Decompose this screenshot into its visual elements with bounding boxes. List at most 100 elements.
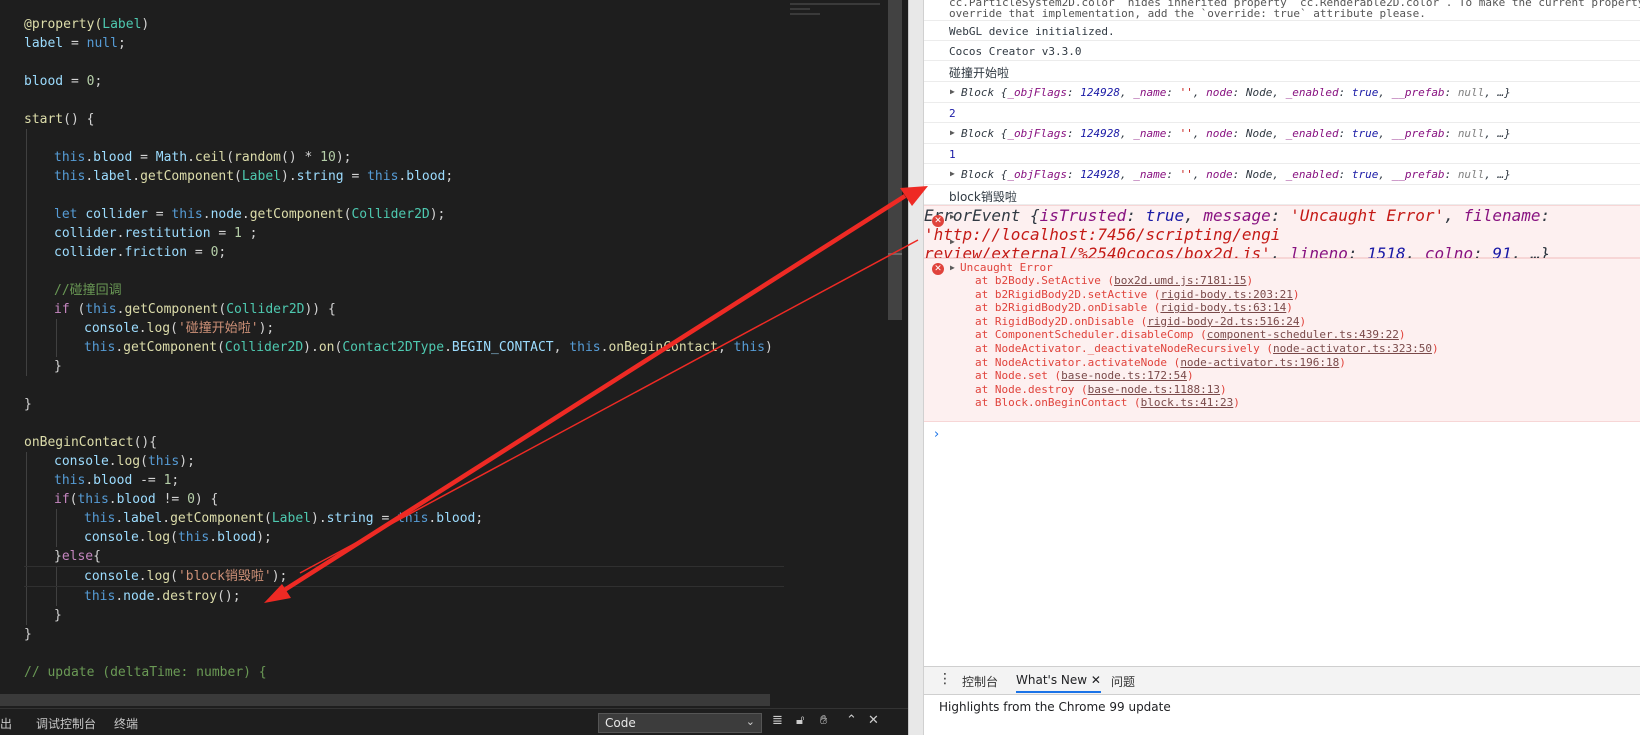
code-line[interactable]: console.log('block销毁啦'); bbox=[24, 566, 784, 587]
code-line[interactable]: this.label.getComponent(Label).string = … bbox=[24, 509, 784, 528]
code-line[interactable]: } bbox=[24, 606, 784, 625]
code-token: else bbox=[61, 549, 94, 564]
stack-frame-link[interactable]: rigid-body.ts:63:14 bbox=[1160, 301, 1286, 314]
code-area[interactable]: @property(Label) label = null; blood = 0;… bbox=[24, 15, 784, 682]
code-line[interactable]: this.getComponent(Collider2D).on(Contact… bbox=[24, 338, 784, 357]
code-line[interactable]: }else{ bbox=[24, 547, 784, 566]
code-token: this bbox=[171, 207, 203, 222]
code-token: Label bbox=[271, 511, 311, 526]
code-token: collider bbox=[85, 207, 148, 222]
code-line[interactable]: onBeginContact(){ bbox=[24, 433, 784, 452]
devtools-console[interactable]: cc.ParticleSystem2D.color hides inherite… bbox=[924, 0, 1640, 735]
code-token: ) bbox=[141, 17, 150, 32]
code-line[interactable]: } bbox=[24, 625, 784, 644]
bottom-panel-bar: 出 调试控制台 终端 Code ⌄ ≣ 🔓︎ ✋︎ ⌃ ✕ bbox=[0, 708, 908, 735]
code-line[interactable]: } bbox=[24, 395, 784, 414]
stack-frame-link[interactable]: rigid-body-2d.ts:516:24 bbox=[1147, 315, 1299, 328]
lock-icon[interactable]: 🔓︎ bbox=[796, 713, 804, 728]
list-icon[interactable]: ≣ bbox=[772, 713, 783, 728]
stack-frame-link[interactable]: box2d.umd.js:7181:15 bbox=[1114, 274, 1246, 287]
code-line[interactable]: console.log(this.blood); bbox=[24, 528, 784, 547]
code-line[interactable]: // update (deltaTime: number) { bbox=[24, 663, 784, 682]
code-token: ( bbox=[264, 511, 272, 526]
stack-frame-link[interactable]: base-node.ts:1188:13 bbox=[1088, 383, 1220, 396]
code-line[interactable]: this.blood = Math.ceil(random() * 10); bbox=[24, 148, 784, 167]
code-line[interactable]: start() { bbox=[24, 110, 784, 129]
tab-terminal[interactable]: 终端 bbox=[114, 715, 138, 732]
code-line[interactable] bbox=[24, 644, 784, 663]
code-line[interactable]: if (this.getComponent(Collider2D)) { bbox=[24, 300, 784, 319]
output-channel-select[interactable]: Code ⌄ bbox=[598, 713, 762, 733]
tab-debug-console[interactable]: 调试控制台 bbox=[36, 715, 96, 732]
code-line[interactable]: @property(Label) bbox=[24, 15, 784, 34]
console-object-row[interactable]: ▶ Block {_objFlags: 124928, _name: '', n… bbox=[924, 123, 1640, 144]
code-line[interactable] bbox=[24, 414, 784, 433]
minimap[interactable] bbox=[780, 0, 880, 30]
code-token: getComponent bbox=[124, 302, 219, 317]
stack-frame-link[interactable]: rigid-body.ts:203:21 bbox=[1160, 288, 1292, 301]
code-token: string bbox=[296, 169, 344, 184]
editor-horizontal-scrollbar[interactable] bbox=[0, 694, 770, 706]
expand-triangle-icon[interactable]: ▶ bbox=[950, 128, 955, 137]
console-object-row[interactable]: ▶ Block {_objFlags: 124928, _name: '', n… bbox=[924, 82, 1640, 103]
stack-frame-link[interactable]: node-activator.ts:323:50 bbox=[1273, 342, 1432, 355]
expand-triangle-icon[interactable]: ▶ bbox=[950, 87, 955, 96]
code-editor[interactable]: @property(Label) label = null; blood = 0;… bbox=[0, 0, 908, 735]
stack-frame-link[interactable]: base-node.ts:172:54 bbox=[1061, 369, 1187, 382]
code-token: ; bbox=[218, 245, 227, 260]
code-line[interactable]: collider.friction = 0; bbox=[24, 243, 784, 262]
console-prompt[interactable]: › bbox=[934, 427, 939, 442]
editor-vertical-scrollbar[interactable] bbox=[888, 0, 902, 320]
close-panel-icon[interactable]: ✕ bbox=[868, 713, 879, 728]
console-error-event[interactable]: ✕ ▶ ▶ ErrorEvent {isTrusted: true, messa… bbox=[924, 205, 1640, 263]
block-object-preview[interactable]: Block {_objFlags: 124928, _name: '', nod… bbox=[961, 86, 1511, 99]
pane-splitter[interactable] bbox=[908, 0, 924, 735]
code-token: //碰撞回调 bbox=[54, 283, 122, 298]
code-line[interactable]: console.log(this); bbox=[24, 452, 784, 471]
code-token: ; bbox=[445, 169, 454, 184]
code-line[interactable] bbox=[24, 376, 784, 395]
code-line[interactable]: } bbox=[24, 357, 784, 376]
code-line[interactable]: let collider = this.node.getComponent(Co… bbox=[24, 205, 784, 224]
console-uncaught-error[interactable]: ✕ ▶ Uncaught Error at b2Body.SetActive (… bbox=[924, 258, 1640, 422]
chevron-up-icon[interactable]: ⌃ bbox=[846, 713, 857, 728]
tab-console[interactable]: 控制台 bbox=[962, 673, 998, 690]
code-line[interactable]: collider.restitution = 1 ; bbox=[24, 224, 784, 243]
code-token: console bbox=[84, 530, 139, 545]
stack-frame-link[interactable]: component-scheduler.ts:439:22 bbox=[1207, 328, 1399, 341]
code-line[interactable] bbox=[24, 53, 784, 72]
drawer-menu-icon[interactable]: ⋮ bbox=[938, 671, 952, 687]
expand-triangle-icon[interactable]: ▶ bbox=[950, 212, 955, 221]
stack-frame: at b2RigidBody2D.onDisable (rigid-body.t… bbox=[975, 301, 1293, 314]
code-line[interactable] bbox=[24, 129, 784, 148]
stack-frame-link[interactable]: node-activator.ts:196:18 bbox=[1180, 356, 1339, 369]
code-line[interactable]: this.blood -= 1; bbox=[24, 471, 784, 490]
expand-triangle-icon[interactable]: ▶ bbox=[950, 237, 955, 246]
code-line[interactable] bbox=[24, 91, 784, 110]
error-event-preview[interactable]: ErrorEvent {isTrusted: true, message: 'U… bbox=[924, 206, 1550, 244]
code-line[interactable] bbox=[24, 262, 784, 281]
close-tab-icon[interactable]: ✕ bbox=[1091, 673, 1101, 687]
code-line[interactable]: //碰撞回调 bbox=[24, 281, 784, 300]
code-line[interactable]: console.log('碰撞开始啦'); bbox=[24, 319, 784, 338]
tab-issues[interactable]: 问题 bbox=[1111, 673, 1135, 690]
code-line[interactable]: if(this.blood != 0) { bbox=[24, 490, 784, 509]
code-line[interactable]: this.label.getComponent(Label).string = … bbox=[24, 167, 784, 186]
console-object-row[interactable]: ▶ Block {_objFlags: 124928, _name: '', n… bbox=[924, 164, 1640, 185]
block-object-preview[interactable]: Block {_objFlags: 124928, _name: '', nod… bbox=[961, 168, 1511, 181]
code-token: ). bbox=[281, 169, 297, 184]
code-line[interactable] bbox=[24, 186, 784, 205]
tab-output[interactable]: 出 bbox=[0, 715, 12, 732]
code-line[interactable]: label = null; bbox=[24, 34, 784, 53]
stack-frame-function: at b2RigidBody2D.setActive ( bbox=[975, 287, 1161, 301]
expand-triangle-icon[interactable]: ▶ bbox=[950, 263, 955, 272]
code-line[interactable]: this.node.destroy(); bbox=[24, 587, 784, 606]
code-token: destroy bbox=[162, 589, 218, 604]
hand-icon[interactable]: ✋︎ bbox=[820, 713, 827, 728]
code-token: = bbox=[373, 511, 398, 526]
tab-whats-new[interactable]: What's New ✕ bbox=[1016, 673, 1101, 693]
block-object-preview[interactable]: Block {_objFlags: 124928, _name: '', nod… bbox=[961, 127, 1511, 140]
stack-frame-link[interactable]: block.ts:41:23 bbox=[1141, 396, 1234, 409]
code-line[interactable]: blood = 0; bbox=[24, 72, 784, 91]
expand-triangle-icon[interactable]: ▶ bbox=[950, 169, 955, 178]
